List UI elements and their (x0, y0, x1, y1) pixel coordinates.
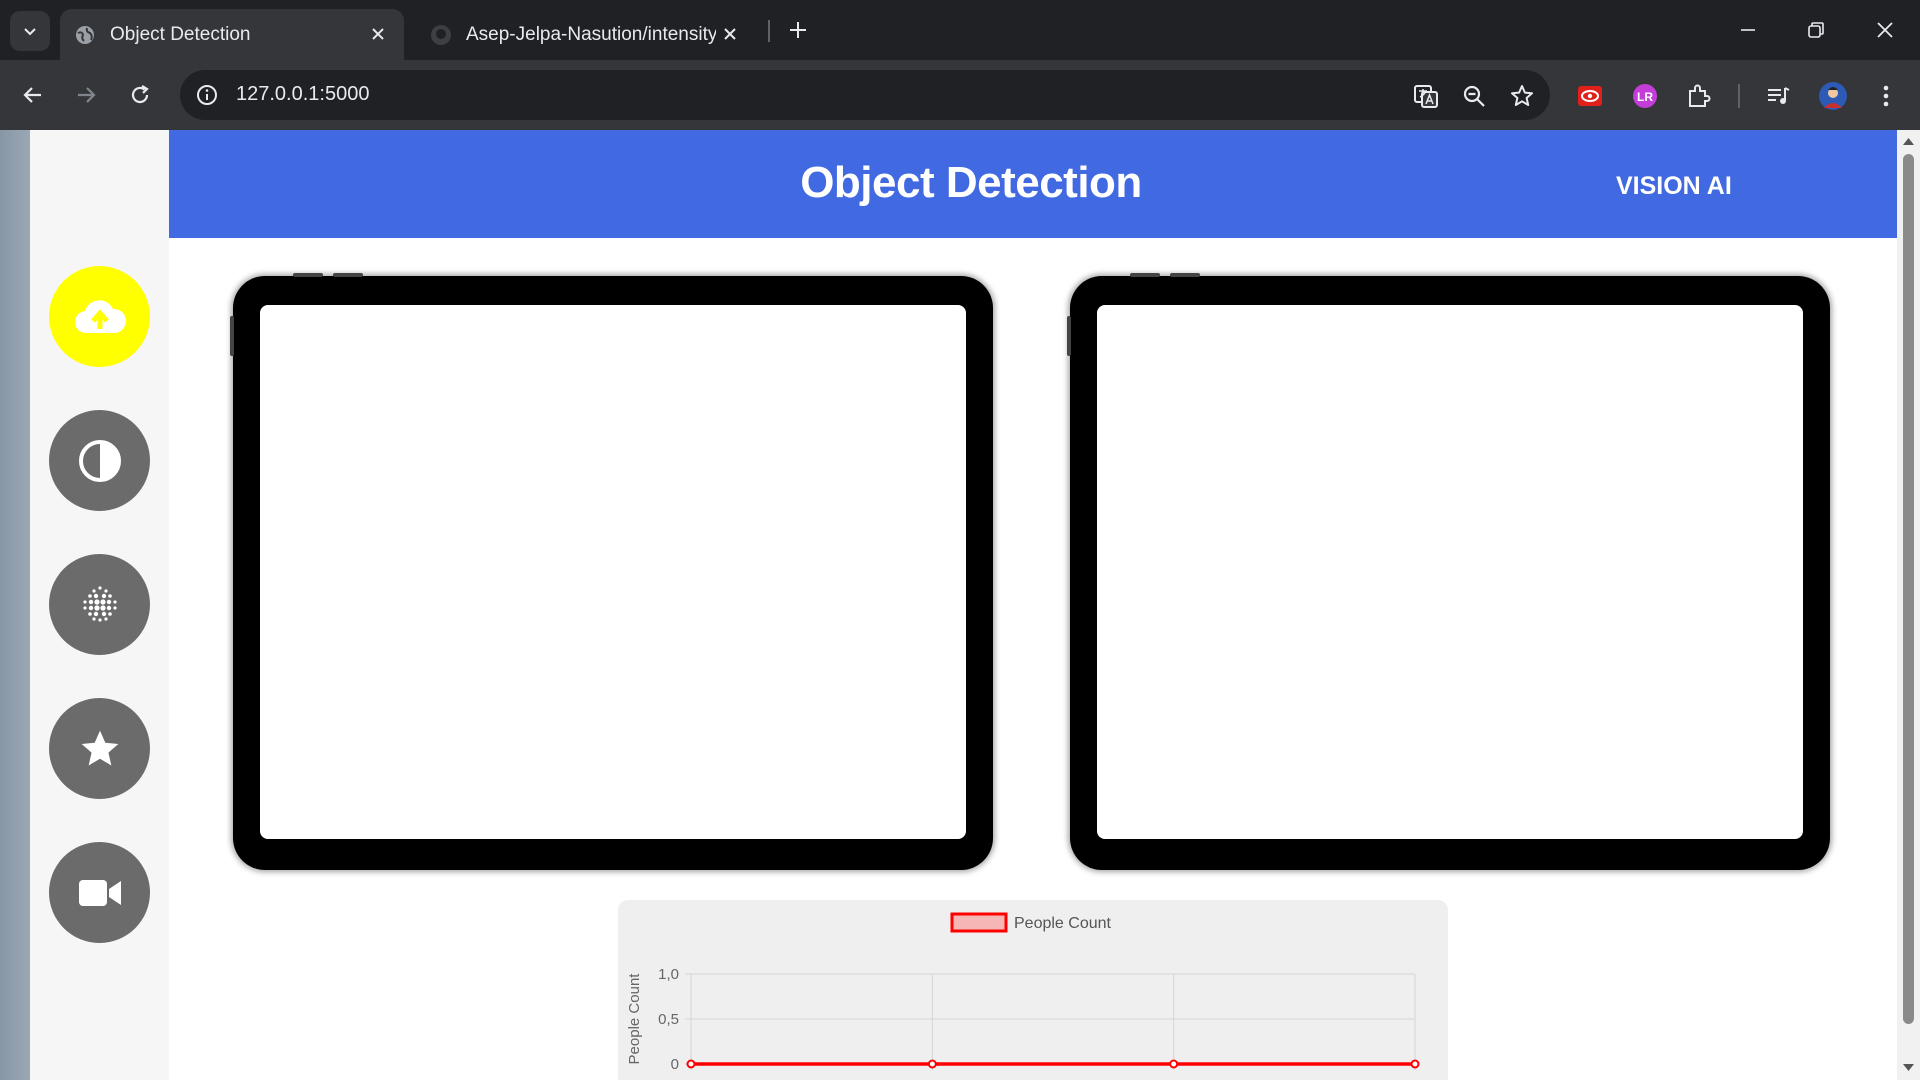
reload-button[interactable] (120, 75, 160, 115)
window-edge (0, 130, 30, 1080)
favorite-button[interactable] (49, 698, 150, 799)
minimize-icon (1741, 29, 1755, 31)
arrow-right-icon (78, 87, 96, 103)
sidebar (30, 130, 169, 1080)
cloud-upload-icon (74, 299, 126, 333)
halftone-button[interactable] (49, 554, 150, 655)
legend-swatch (950, 912, 1008, 933)
extension-red-icon[interactable] (1572, 78, 1608, 114)
close-tab-icon[interactable] (718, 22, 742, 46)
arrow-left-icon (23, 87, 41, 103)
halftone-icon (82, 585, 117, 622)
scroll-down-icon (1903, 1064, 1914, 1071)
zoom-out-icon[interactable] (1458, 80, 1490, 112)
data-point (1410, 1059, 1420, 1069)
page-title: Object Detection (800, 158, 1142, 207)
y-tick-label: 0 (671, 1056, 679, 1073)
profile-avatar[interactable] (1815, 78, 1851, 114)
scrollbar-thumb[interactable] (1903, 154, 1914, 1024)
tab-search-button[interactable] (10, 11, 50, 51)
people-count-chart-svg: 00,51,023.58.1923.58.2123.58.2323.58.25P… (626, 912, 1444, 1080)
tablet-button (230, 316, 234, 356)
page-header: Object Detection VISION AI (169, 130, 1897, 238)
github-icon (430, 24, 452, 46)
forward-button[interactable] (66, 75, 106, 115)
y-tick-label: 0,5 (658, 1011, 679, 1028)
address-bar[interactable]: 127.0.0.1:5000 (180, 70, 1550, 120)
data-point (927, 1059, 937, 1069)
tablet-button (1067, 316, 1071, 356)
tablet-button (293, 273, 323, 277)
people-count-chart: 00,51,023.58.1923.58.2123.58.2323.58.25P… (618, 900, 1448, 1080)
camera-button[interactable] (49, 842, 150, 943)
input-image-display (260, 305, 966, 839)
bookmark-star-icon[interactable] (1506, 80, 1538, 112)
back-button[interactable] (13, 75, 53, 115)
main-content: Object Detection VISION AI 00,51,023.58.… (169, 130, 1897, 1080)
restore-icon (1808, 22, 1824, 38)
contrast-button[interactable] (49, 410, 150, 511)
tablet-button (333, 273, 363, 277)
browser-menu-icon[interactable] (1868, 78, 1904, 114)
close-tab-icon[interactable] (366, 22, 390, 46)
input-image-frame (230, 273, 993, 870)
minimize-button[interactable] (1728, 10, 1768, 50)
close-icon (1877, 22, 1893, 38)
legend-label: People Count (1014, 915, 1112, 932)
output-image-frame (1067, 273, 1830, 870)
chevron-down-icon (24, 28, 36, 36)
new-tab-button[interactable] (780, 12, 816, 48)
y-axis-label: People Count (626, 973, 643, 1065)
tablet-button (1170, 273, 1200, 277)
output-image-display (1097, 305, 1803, 839)
contrast-icon (78, 439, 121, 482)
extension-purple-icon[interactable]: LR (1627, 78, 1663, 114)
page-viewport: Object Detection VISION AI 00,51,023.58.… (0, 130, 1920, 1080)
tab-github[interactable]: Asep-Jelpa-Nasution/intensity_ (416, 9, 756, 60)
globe-icon (74, 24, 96, 46)
scroll-up-icon (1903, 138, 1914, 145)
video-camera-icon (78, 879, 121, 906)
url-text: 127.0.0.1:5000 (236, 83, 370, 105)
extensions-puzzle-icon[interactable] (1681, 78, 1717, 114)
tab-bar: Object Detection Asep-Jelpa-Nasution/int… (0, 0, 1920, 60)
toolbar-separator (1738, 84, 1740, 108)
tab-title: Asep-Jelpa-Nasution/intensity_ (466, 23, 716, 45)
tab-separator (768, 20, 770, 42)
reload-icon (131, 85, 149, 104)
media-control-icon[interactable] (1760, 78, 1796, 114)
tab-title: Object Detection (110, 23, 251, 45)
data-point (686, 1059, 696, 1069)
tab-object-detection[interactable]: Object Detection (60, 9, 404, 60)
svg-text:LR: LR (1637, 90, 1653, 104)
page-scrollbar[interactable] (1897, 130, 1920, 1080)
data-point (1169, 1059, 1179, 1069)
upload-button[interactable] (49, 266, 150, 367)
close-window-button[interactable] (1865, 10, 1905, 50)
restore-button[interactable] (1796, 10, 1836, 50)
tablet-button (1130, 273, 1160, 277)
plus-icon (790, 22, 806, 38)
translate-icon[interactable] (1410, 80, 1442, 112)
y-tick-label: 1,0 (658, 966, 679, 983)
site-info-icon[interactable] (190, 78, 224, 112)
star-icon (81, 730, 118, 765)
brand-name: VISION AI (1616, 172, 1732, 200)
